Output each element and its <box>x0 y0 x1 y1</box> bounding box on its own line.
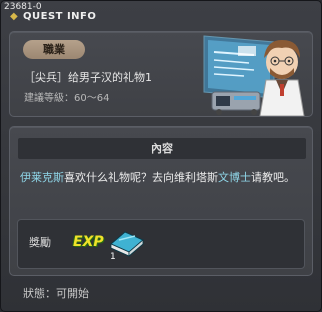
exp-reward-icon[interactable]: EXP <box>73 233 104 251</box>
item-quantity: 1 <box>110 252 116 262</box>
quest-name: ［尖兵］给男子汉的礼物1 <box>24 71 152 84</box>
reward-label: 獎勵 <box>29 236 51 249</box>
description-text: 请教吧。 <box>251 171 295 184</box>
recommended-level: 建議等級：60～64 <box>24 93 110 104</box>
content-header: 內容 <box>18 138 306 159</box>
npc-name-link[interactable]: 文博士 <box>218 171 251 184</box>
hologram-screen-icon <box>203 35 275 99</box>
quest-summary-panel: 職業 ［尖兵］给男子汉的礼物1 建議等級：60～64 <box>9 31 313 117</box>
quest-content-panel: 內容 伊莱克斯喜欢什么礼物呢？去向维利塔斯文博士请教吧。 獎勵 EXP 1 <box>9 126 313 276</box>
machine-icon <box>211 91 261 115</box>
description-text: 喜欢什么礼物呢？去向维利塔斯 <box>64 171 218 184</box>
quest-icon: ◆ <box>10 10 19 22</box>
reward-box: 獎勵 EXP 1 <box>17 219 305 269</box>
job-badge: 職業 <box>23 40 85 59</box>
window-title: QUEST INFO <box>23 11 97 22</box>
quest-description: 伊莱克斯喜欢什么礼物呢？去向维利塔斯文博士请教吧。 <box>20 169 302 186</box>
npc-portrait <box>203 35 305 116</box>
quest-info-window: 23681-0 ◆ QUEST INFO 職業 ［尖兵］给男子汉的礼物1 建議等… <box>0 0 322 312</box>
window-title-bar[interactable]: ◆ QUEST INFO <box>10 10 96 23</box>
quest-status: 狀態：可開始 <box>23 287 89 300</box>
npc-name-link[interactable]: 伊莱克斯 <box>20 171 64 184</box>
